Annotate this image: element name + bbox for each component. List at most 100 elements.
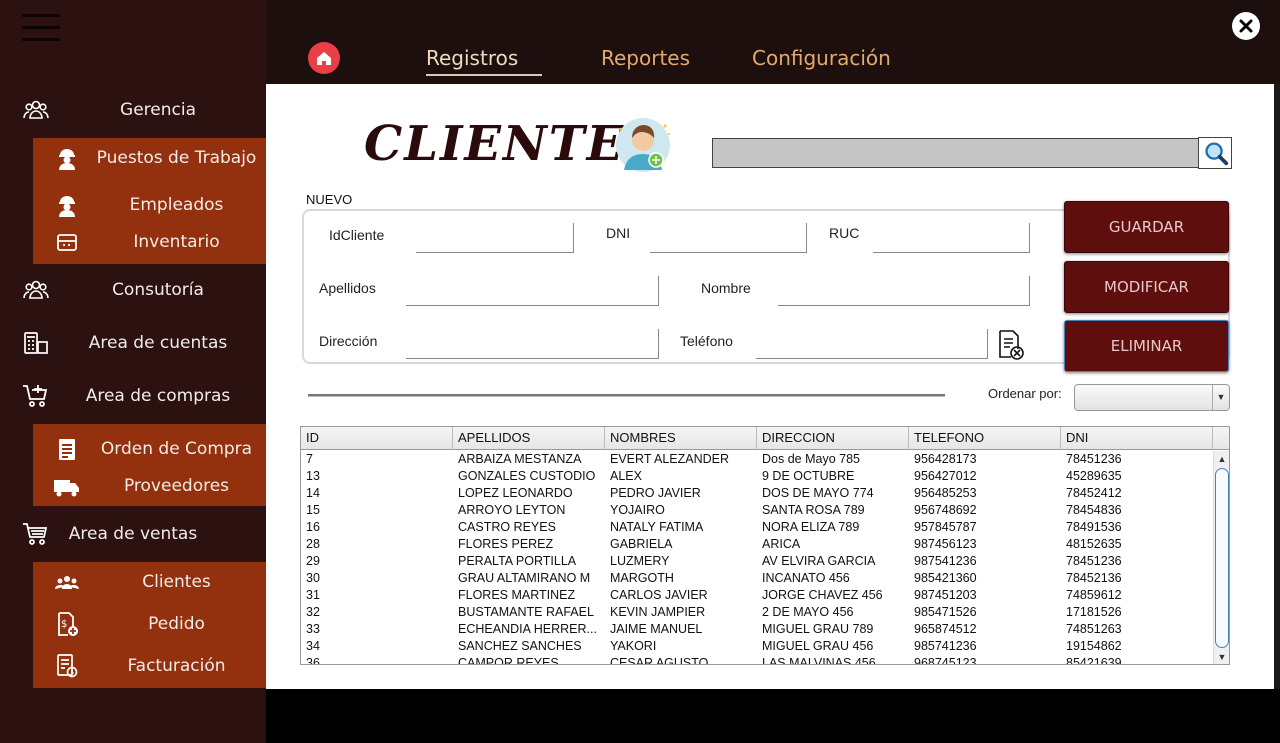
direccion-field[interactable] xyxy=(406,329,659,359)
sidebar-item-label: Gerencia xyxy=(120,100,196,120)
close-icon[interactable] xyxy=(1232,12,1260,40)
ruc-field[interactable] xyxy=(873,223,1030,253)
table-cell: ARICA xyxy=(762,537,801,551)
group-icon xyxy=(23,100,49,119)
table-row[interactable]: 30 GRAU ALTAMIRANO M MARGOTH INCANATO 456 98… xyxy=(301,570,1213,587)
tab-registros[interactable]: Registros xyxy=(426,46,518,70)
sidebar-item-orden-de-compra[interactable]: Orden de Compra xyxy=(33,431,266,467)
table-cell: GRAU ALTAMIRANO M xyxy=(458,571,591,585)
telefono-field[interactable] xyxy=(756,329,988,359)
guardar-button[interactable]: GUARDAR xyxy=(1064,201,1229,253)
sidebar-item-pedido[interactable]: $ Pedido xyxy=(33,606,266,642)
invoice-icon xyxy=(57,654,78,678)
column-header[interactable]: APELLIDOS xyxy=(453,427,605,450)
sort-label: Ordenar por: xyxy=(988,386,1062,401)
sidebar-item-label: Pedido xyxy=(148,614,205,634)
column-header[interactable]: TELEFONO xyxy=(909,427,1061,450)
table-row[interactable]: 29 PERALTA PORTILLA LUZMERY AV ELVIRA GARCI… xyxy=(301,553,1213,570)
table-cell: 985741236 xyxy=(914,639,977,653)
sidebar-item-area-de-ventas[interactable]: Area de ventas xyxy=(0,514,266,554)
table-cell: 13 xyxy=(306,469,320,483)
sidebar-item-facturacion[interactable]: Facturación xyxy=(33,648,266,684)
table-row[interactable]: 16 CASTRO REYES NATALY FATIMA NORA ELIZA 78… xyxy=(301,519,1213,536)
scroll-up-icon[interactable]: ▲ xyxy=(1214,451,1229,467)
compras-submenu: Orden de Compra Proveedores xyxy=(33,424,266,506)
sidebar-item-consutoria[interactable]: Consutoría xyxy=(0,270,266,310)
idcliente-label: IdCliente xyxy=(329,227,385,243)
table-cell: 17181526 xyxy=(1066,605,1122,619)
table-row[interactable]: 33 ECHEANDIA HERRER... JAIME MANUEL MIGUEL … xyxy=(301,621,1213,638)
table-cell: 9 DE OCTUBRE xyxy=(762,469,855,483)
active-tab-underline xyxy=(426,74,542,76)
table-cell: 965874512 xyxy=(914,622,977,636)
tab-configuracion[interactable]: Configuración xyxy=(752,46,891,70)
home-icon[interactable] xyxy=(308,42,340,74)
sidebar-item-gerencia[interactable]: Gerencia xyxy=(0,90,266,130)
idcliente-field[interactable] xyxy=(416,223,574,253)
dni-label: DNI xyxy=(606,225,631,241)
column-header[interactable]: DIRECCION xyxy=(757,427,909,450)
column-header[interactable]: ID xyxy=(301,427,453,450)
sidebar-item-proveedores[interactable]: Proveedores xyxy=(33,468,266,504)
table-row[interactable]: 32 BUSTAMANTE RAFAEL KEVIN JAMPIER 2 DE MAY… xyxy=(301,604,1213,621)
table-cell: LUZMERY xyxy=(610,554,670,568)
clients-table: ID APELLIDOS NOMBRES DIRECCION TELEFONO … xyxy=(300,426,1230,665)
sort-select[interactable]: ▼ xyxy=(1074,384,1230,411)
table-cell: Dos de Mayo 785 xyxy=(762,452,860,466)
table-row[interactable]: 31 FLORES MARTINEZ CARLOS JAVIER JORGE CHAV… xyxy=(301,587,1213,604)
table-body: 7 ARBAIZA MESTANZA EVERT ALEZANDER Dos de M… xyxy=(301,451,1213,665)
table-cell: PEDRO JAVIER xyxy=(610,486,701,500)
apellidos-label: Apellidos xyxy=(319,280,376,296)
apellidos-field[interactable] xyxy=(406,276,659,306)
table-row[interactable]: 7 ARBAIZA MESTANZA EVERT ALEZANDER Dos de M… xyxy=(301,451,1213,468)
table-cell: JAIME MANUEL xyxy=(610,622,703,636)
table-cell: 7 xyxy=(306,452,313,466)
clients-icon xyxy=(55,576,79,589)
sidebar-item-area-de-cuentas[interactable]: Area de cuentas xyxy=(0,323,266,363)
search-input[interactable] xyxy=(712,138,1199,168)
table-cell: 29 xyxy=(306,554,320,568)
eliminar-button[interactable]: ELIMINAR xyxy=(1064,320,1229,372)
table-cell: ARROYO LEYTON xyxy=(458,503,566,517)
cart-add-icon xyxy=(23,385,48,407)
dni-field[interactable] xyxy=(650,223,807,253)
scrollbar-thumb[interactable] xyxy=(1215,468,1229,648)
clear-form-icon[interactable] xyxy=(997,329,1025,361)
sidebar-item-label: Inventario xyxy=(133,232,220,252)
column-header[interactable]: NOMBRES xyxy=(605,427,757,450)
search-icon[interactable] xyxy=(1198,137,1232,169)
table-row[interactable]: 14 LOPEZ LEONARDO PEDRO JAVIER DOS DE MAYO … xyxy=(301,485,1213,502)
table-row[interactable]: 13 GONZALES CUSTODIO ALEX 9 DE OCTUBRE 95642… xyxy=(301,468,1213,485)
top-navbar: Registros Reportes Configuración xyxy=(266,0,1280,84)
vertical-scrollbar[interactable]: ▲ ▼ xyxy=(1213,451,1229,664)
table-cell: MIGUEL GRAU 456 xyxy=(762,639,874,653)
column-header[interactable]: DNI xyxy=(1061,427,1213,450)
table-row[interactable]: 36 CAMPOR REYES CESAR AGUSTO LAS MALVINAS 4… xyxy=(301,655,1213,665)
sidebar-item-empleados[interactable]: Empleados xyxy=(33,187,266,223)
inventory-icon xyxy=(57,234,77,251)
table-cell: 985471526 xyxy=(914,605,977,619)
table-cell: 14 xyxy=(306,486,320,500)
table-row[interactable]: 34 SANCHEZ SANCHES YAKORI MIGUEL GRAU 456 98… xyxy=(301,638,1213,655)
sidebar-item-area-de-compras[interactable]: Area de compras xyxy=(0,376,266,416)
table-cell: LOPEZ LEONARDO xyxy=(458,486,573,500)
hamburger-menu-icon[interactable] xyxy=(22,14,60,42)
table-cell: 45289635 xyxy=(1066,469,1122,483)
sidebar-item-puestos-de-trabajo[interactable]: Puestos de Trabajo xyxy=(33,140,266,176)
table-row[interactable]: 15 ARROYO LEYTON YOJAIRO SANTA ROSA 789 9567… xyxy=(301,502,1213,519)
sidebar-item-clientes[interactable]: Clientes xyxy=(33,564,266,600)
table-cell: 987456123 xyxy=(914,537,977,551)
modificar-button[interactable]: MODIFICAR xyxy=(1064,261,1229,313)
scroll-down-icon[interactable]: ▼ xyxy=(1214,649,1229,664)
sidebar-item-inventario[interactable]: Inventario xyxy=(33,224,266,260)
table-cell: 956427012 xyxy=(914,469,977,483)
chevron-down-icon[interactable]: ▼ xyxy=(1212,385,1229,410)
page-title: CLIENTE xyxy=(364,116,626,172)
nombre-field[interactable] xyxy=(778,276,1030,306)
sidebar-item-label: Facturación xyxy=(127,656,226,676)
table-cell: CESAR AGUSTO xyxy=(610,656,709,665)
table-row[interactable]: 28 FLORES PEREZ GABRIELA ARICA 987456123 4815… xyxy=(301,536,1213,553)
table-cell: AV ELVIRA GARCIA xyxy=(762,554,876,568)
tab-reportes[interactable]: Reportes xyxy=(601,46,690,70)
gerencia-submenu: Puestos de Trabajo Empleados Inventario xyxy=(33,138,266,264)
